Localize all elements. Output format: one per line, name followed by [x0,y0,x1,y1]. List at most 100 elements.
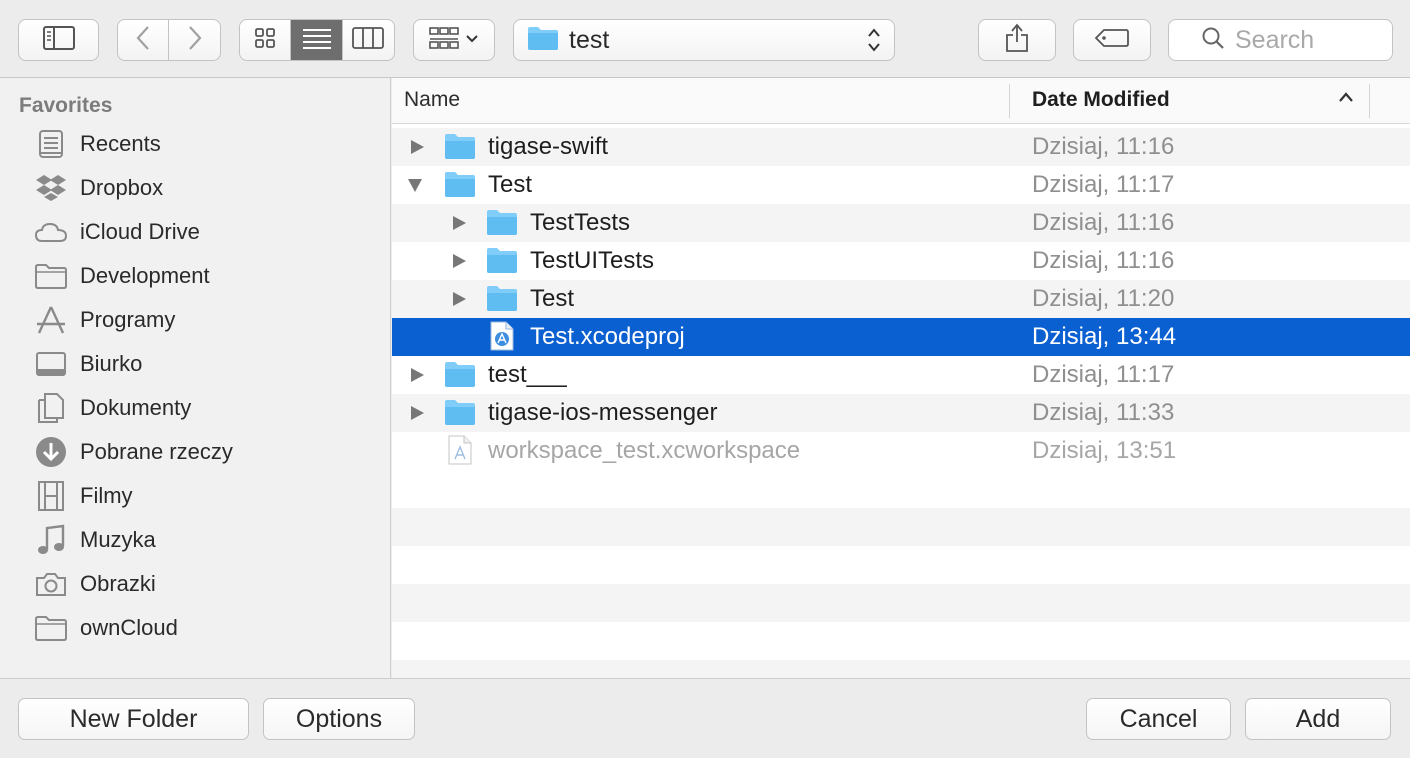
view-mode-segment [239,19,395,61]
list-row[interactable]: Test Dzisiaj, 11:17 [392,166,1410,204]
list-row[interactable]: Test Dzisiaj, 11:20 [392,280,1410,318]
sidebar-item-icloud-drive[interactable]: iCloud Drive [34,212,374,252]
sidebar-item-label: Obrazki [80,571,156,596]
back-button[interactable] [118,20,170,60]
document-icon [34,391,68,425]
sidebar-icon [42,25,75,55]
arrange-icon [429,26,459,54]
sidebar-item-label: Programy [80,307,176,332]
file-name: Test [530,285,575,312]
disclosure-right-icon[interactable] [409,139,425,155]
folder-icon [486,246,518,279]
folder-icon [34,611,68,645]
sidebar: Favorites Recents Dropbox iCloud Drive D… [0,78,391,678]
new-folder-button[interactable]: New Folder [18,698,249,740]
sidebar-section-title: Favorites [19,94,113,117]
location-popup[interactable]: test [513,19,895,61]
empty-row [392,660,1410,678]
column-divider [1009,84,1010,118]
date-modified: Dzisiaj, 11:16 [1032,133,1175,160]
sidebar-item-muzyka[interactable]: Muzyka [34,520,374,560]
date-modified: Dzisiaj, 11:20 [1032,285,1175,312]
desktop-icon [34,347,68,381]
share-icon [1005,23,1029,58]
column-header-name[interactable]: Name [404,88,460,112]
list-view-button[interactable] [291,20,343,60]
search-field [1168,19,1395,61]
sidebar-item-biurko[interactable]: Biurko [34,344,374,384]
disclosure-right-icon[interactable] [409,367,425,383]
cancel-button[interactable]: Cancel [1086,698,1231,740]
folder-icon [486,284,518,317]
list-row[interactable]: TestTests Dzisiaj, 11:16 [392,204,1410,242]
file-name: Test [488,171,533,198]
date-modified: Dzisiaj, 13:44 [1032,323,1177,350]
sidebar-item-recents[interactable]: Recents [34,124,374,164]
folder-icon [527,25,559,56]
date-modified: Dzisiaj, 11:17 [1032,171,1175,198]
camera-icon [34,567,68,601]
folder-icon [444,398,476,431]
disclosure-right-icon[interactable] [451,215,467,231]
date-modified: Dzisiaj, 11:17 [1032,361,1175,388]
column-view-button[interactable] [343,20,394,60]
list-row[interactable]: tigase-swift Dzisiaj, 11:16 [392,128,1410,166]
xcworkspace-file-icon [448,435,472,470]
forward-button[interactable] [169,20,220,60]
sidebar-item-dropbox[interactable]: Dropbox [34,168,374,208]
disclosure-right-icon[interactable] [409,405,425,421]
xcodeproj-file-icon [490,321,514,356]
file-name: TestTests [530,209,631,236]
chevron-left-icon [135,25,151,56]
date-modified: Dzisiaj, 11:16 [1032,247,1175,274]
file-name: Test.xcodeproj [530,323,685,350]
search-input[interactable] [1235,25,1395,55]
chevron-down-icon [465,31,479,49]
sidebar-item-label: Recents [80,131,161,156]
share-button[interactable] [978,19,1056,61]
sidebar-item-programy[interactable]: Programy [34,300,374,340]
icon-view-button[interactable] [240,20,292,60]
date-modified: Dzisiaj, 11:16 [1032,209,1175,236]
column-header-date-modified[interactable]: Date Modified [1032,88,1170,112]
columns-icon [352,26,385,54]
sidebar-item-filmy[interactable]: Filmy [34,476,374,516]
add-button[interactable]: Add [1245,698,1391,740]
file-rows: tigase-swift Dzisiaj, 11:16 Test Dzisiaj… [392,128,1410,678]
list-row[interactable]: TestUITests Dzisiaj, 11:16 [392,242,1410,280]
sidebar-item-label: Dropbox [80,175,164,200]
music-icon [34,523,68,557]
toolbar: test [0,0,1410,78]
recents-icon [34,127,68,161]
disclosure-down-icon[interactable] [407,177,423,193]
list-row[interactable]: test___ Dzisiaj, 11:17 [392,356,1410,394]
list-header: Name Date Modified [392,78,1410,124]
options-button[interactable]: Options [263,698,415,740]
list-row-selected[interactable]: Test.xcodeproj Dzisiaj, 13:44 [392,318,1410,356]
list-icon [302,27,332,54]
column-divider [1369,84,1370,118]
search-icon [1201,26,1225,55]
grid-icon [254,27,276,54]
list-row[interactable]: tigase-ios-messenger Dzisiaj, 11:33 [392,394,1410,432]
file-name: workspace_test.xcworkspace [488,437,801,464]
empty-row [392,546,1410,584]
sidebar-toggle-button[interactable] [18,19,99,61]
sidebar-item-obrazki[interactable]: Obrazki [34,564,374,604]
disclosure-right-icon[interactable] [451,291,467,307]
folder-icon [34,259,68,293]
file-name: tigase-swift [488,133,609,160]
sidebar-item-label: Muzyka [80,527,156,552]
sidebar-item-development[interactable]: Development [34,256,374,296]
sidebar-item-owncloud[interactable]: ownCloud [34,608,374,648]
sidebar-item-dokumenty[interactable]: Dokumenty [34,388,374,428]
arrange-button[interactable] [413,19,495,61]
disclosure-right-icon[interactable] [451,253,467,269]
tag-button[interactable] [1073,19,1151,61]
dropbox-icon [34,171,68,205]
folder-icon [444,170,476,203]
cloud-icon [34,215,68,249]
file-name: test___ [488,361,567,388]
list-row-disabled: workspace_test.xcworkspace Dzisiaj, 13:5… [392,432,1410,470]
sidebar-item-pobrane-rzeczy[interactable]: Pobrane rzeczy [34,432,374,472]
